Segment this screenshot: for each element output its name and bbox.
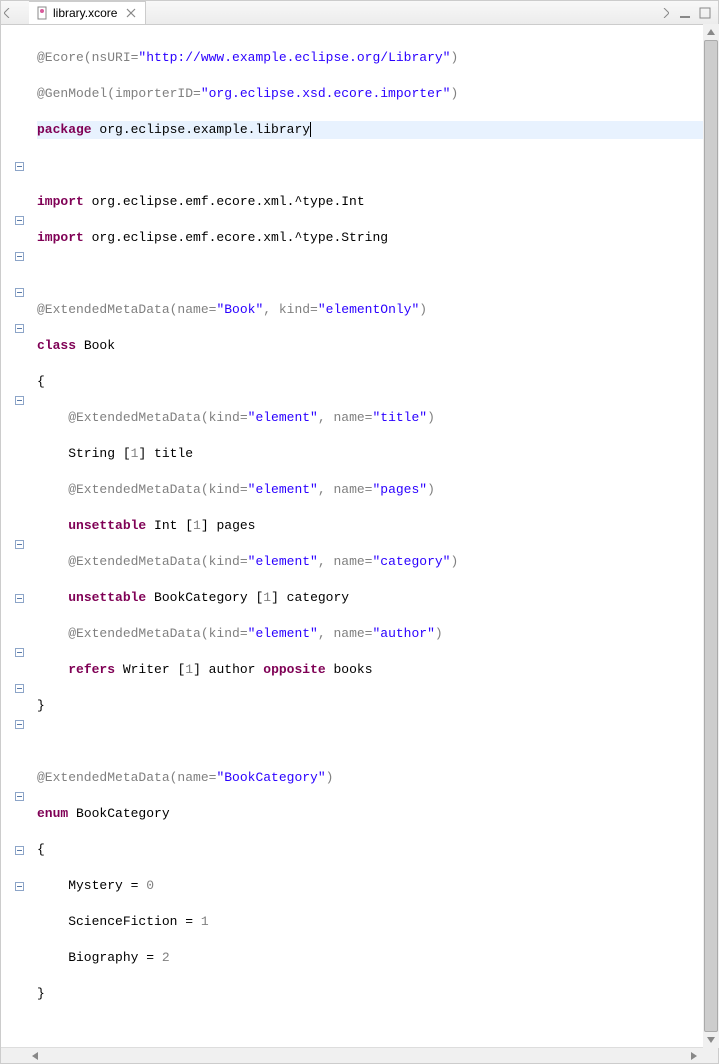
fold-icon[interactable] [15, 720, 24, 729]
folding-ruler [1, 25, 27, 1047]
editor-tab[interactable]: library.xcore [29, 1, 146, 24]
vertical-scrollbar[interactable] [703, 24, 719, 1048]
fold-icon[interactable] [15, 252, 24, 261]
horizontal-scrollbar[interactable] [1, 1047, 718, 1063]
tab-bar: library.xcore [1, 1, 718, 25]
fold-icon[interactable] [15, 684, 24, 693]
fold-icon[interactable] [15, 792, 24, 801]
scroll-left-icon[interactable] [27, 1048, 43, 1064]
code-editor[interactable]: @Ecore(nsURI="http://www.example.eclipse… [27, 25, 718, 1047]
tab-nav-left-icon[interactable] [1, 2, 13, 24]
fold-icon[interactable] [15, 882, 24, 891]
fold-icon[interactable] [15, 396, 24, 405]
fold-icon[interactable] [15, 540, 24, 549]
tab-nav-right-icon[interactable] [660, 2, 672, 24]
fold-icon[interactable] [15, 594, 24, 603]
minimize-view-icon[interactable] [678, 6, 692, 20]
scroll-right-icon[interactable] [686, 1048, 702, 1064]
tab-label: library.xcore [53, 6, 117, 20]
scroll-down-icon[interactable] [703, 1032, 719, 1048]
maximize-view-icon[interactable] [698, 6, 712, 20]
xcore-file-icon [35, 6, 49, 20]
fold-icon[interactable] [15, 162, 24, 171]
close-tab-icon[interactable] [125, 7, 137, 19]
fold-icon[interactable] [15, 846, 24, 855]
fold-icon[interactable] [15, 288, 24, 297]
editor-area: @Ecore(nsURI="http://www.example.eclipse… [1, 25, 718, 1047]
fold-icon[interactable] [15, 648, 24, 657]
scrollbar-thumb[interactable] [704, 40, 718, 1032]
fold-icon[interactable] [15, 324, 24, 333]
scroll-up-icon[interactable] [703, 24, 719, 40]
fold-icon[interactable] [15, 216, 24, 225]
